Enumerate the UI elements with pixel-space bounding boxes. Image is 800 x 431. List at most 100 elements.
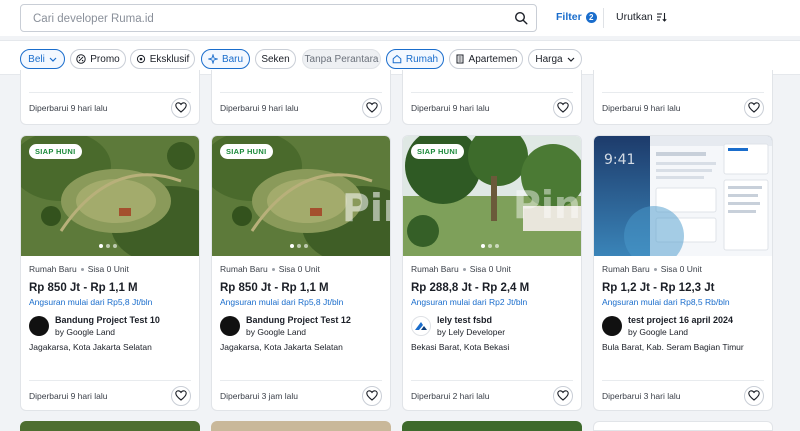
chip-rumah[interactable]: Rumah bbox=[386, 49, 444, 69]
project-name[interactable]: test project 16 april 2024 bbox=[628, 314, 733, 326]
developer-info: Bandung Project Test 10 by Google Land bbox=[29, 314, 160, 338]
sort-label: Urutkan bbox=[616, 11, 653, 23]
property-type: Rumah Baru bbox=[602, 264, 650, 274]
location-text: Jagakarsa, Kota Jakarta Selatan bbox=[29, 342, 152, 352]
listing-photo[interactable]: Pinhome SIAP HUNI bbox=[403, 136, 582, 256]
heart-icon bbox=[557, 390, 569, 401]
location-text: Bula Barat, Kab. Seram Bagian Timur bbox=[602, 342, 744, 352]
listing-card[interactable]: Diperbarui 9 hari lalu bbox=[20, 70, 200, 125]
project-name[interactable]: lely test fsbd bbox=[437, 314, 505, 326]
favorite-button[interactable] bbox=[553, 385, 573, 406]
units-left: Sisa 0 Unit bbox=[660, 264, 702, 274]
heart-icon bbox=[748, 102, 760, 113]
developer-name: by Google Land bbox=[55, 327, 116, 337]
listing-card[interactable]: Diperbarui 9 hari lalu bbox=[593, 70, 773, 125]
search-icon[interactable] bbox=[514, 11, 528, 25]
favorite-button[interactable] bbox=[362, 385, 382, 406]
updated-text: Diperbarui 9 hari lalu bbox=[411, 102, 490, 113]
developer-info: test project 16 april 2024 by Google Lan… bbox=[602, 314, 733, 338]
listing-meta: Rumah Baru Sisa 0 Unit bbox=[29, 264, 129, 274]
chip-label: Eksklusif bbox=[149, 53, 190, 65]
location-text: Bekasi Barat, Kota Bekasi bbox=[411, 342, 510, 352]
listing-card[interactable]: Pinhome SIAP HUNI Rumah BaruSisa 0 Unit … bbox=[402, 135, 582, 411]
chip-label: Apartemen bbox=[468, 53, 518, 65]
sort-button[interactable]: Urutkan bbox=[616, 11, 667, 23]
chip-eksklusif[interactable]: Eksklusif bbox=[130, 49, 195, 69]
listing-card-partial[interactable] bbox=[211, 421, 391, 431]
listing-card[interactable]: Diperbarui 9 hari lalu bbox=[211, 70, 391, 125]
chip-baru[interactable]: Baru bbox=[201, 49, 250, 69]
project-name[interactable]: Bandung Project Test 12 bbox=[246, 314, 351, 326]
favorite-button[interactable] bbox=[744, 97, 764, 118]
listing-card[interactable]: 9:41 Rumah Baru Sisa 0 Unit Rp 1,2 Jt - R… bbox=[593, 135, 773, 411]
project-name[interactable]: Bandung Project Test 10 bbox=[55, 314, 160, 326]
top-bar: Filter 2 Urutkan bbox=[0, 0, 800, 36]
heart-icon bbox=[175, 390, 187, 401]
carousel-dots bbox=[290, 244, 308, 248]
updated-text: Diperbarui 2 hari lalu bbox=[411, 390, 490, 401]
developer-name: by Google Land bbox=[246, 327, 307, 337]
favorite-button[interactable] bbox=[171, 385, 191, 406]
chip-harga[interactable]: Harga bbox=[528, 49, 582, 69]
installment-text: Angsuran mulai dari Rp5,8 Jt/bln bbox=[220, 297, 344, 307]
updated-text: Diperbarui 3 jam lalu bbox=[220, 390, 298, 401]
updated-text: Diperbarui 9 hari lalu bbox=[602, 102, 681, 113]
developer-logo bbox=[220, 316, 240, 336]
listing-card[interactable]: Diperbarui 9 hari lalu bbox=[402, 70, 582, 125]
chip-label: Harga bbox=[535, 53, 563, 65]
sparkle-icon bbox=[207, 54, 218, 64]
favorite-button[interactable] bbox=[553, 97, 573, 118]
search-input[interactable] bbox=[33, 10, 503, 28]
screenshot-photo-icon: 9:41 bbox=[594, 136, 772, 256]
carousel-dots bbox=[99, 244, 117, 248]
price-range: Rp 850 Jt - Rp 1,1 M bbox=[29, 282, 138, 294]
favorite-button[interactable] bbox=[744, 385, 764, 406]
listing-card[interactable]: Pinhome SIAP HUNI Rumah BaruSisa 0 Unit … bbox=[211, 135, 391, 411]
developer-info: lely test fsbd by Lely Developer bbox=[411, 314, 505, 338]
heart-icon bbox=[175, 102, 187, 113]
developer-logo bbox=[411, 316, 431, 336]
chip-apartemen[interactable]: Apartemen bbox=[449, 49, 523, 69]
location-text: Jagakarsa, Kota Jakarta Selatan bbox=[220, 342, 343, 352]
property-type: Rumah Baru bbox=[411, 264, 459, 274]
listing-meta: Rumah Baru Sisa 0 Unit bbox=[411, 264, 511, 274]
search-box[interactable] bbox=[20, 4, 537, 32]
chip-seken[interactable]: Seken bbox=[255, 49, 296, 69]
updated-text: Diperbarui 9 hari lalu bbox=[29, 102, 108, 113]
units-left: Sisa 0 Unit bbox=[278, 264, 320, 274]
developer-name: by Google Land bbox=[628, 327, 689, 337]
developer-logo bbox=[602, 316, 622, 336]
chip-beli[interactable]: Beli bbox=[20, 49, 65, 69]
badge-icon bbox=[136, 54, 145, 64]
watermark-text: Pinhome bbox=[513, 183, 582, 227]
listing-photo[interactable]: SIAP HUNI bbox=[21, 136, 199, 256]
listing-photo[interactable]: Pinhome SIAP HUNI bbox=[212, 136, 391, 256]
chip-promo[interactable]: Promo bbox=[70, 49, 126, 69]
heart-icon bbox=[366, 102, 378, 113]
price-range: Rp 288,8 Jt - Rp 2,4 M bbox=[411, 282, 530, 294]
filter-button[interactable]: Filter 2 bbox=[556, 11, 597, 23]
building-icon bbox=[456, 54, 464, 64]
chip-label: Beli bbox=[28, 53, 45, 65]
updated-text: Diperbarui 9 hari lalu bbox=[29, 390, 108, 401]
heart-icon bbox=[366, 390, 378, 401]
listing-card-partial[interactable] bbox=[20, 421, 200, 431]
chip-tanpa-perantara[interactable]: Tanpa Perantara bbox=[302, 49, 381, 69]
property-type: Rumah Baru bbox=[29, 264, 77, 274]
siap-huni-badge: SIAP HUNI bbox=[29, 144, 82, 159]
installment-text: Angsuran mulai dari Rp5,8 Jt/bln bbox=[29, 297, 153, 307]
lely-logo-icon bbox=[415, 322, 427, 330]
listing-card[interactable]: SIAP HUNI Rumah Baru Sisa 0 Unit Rp 850 J… bbox=[20, 135, 200, 411]
promo-icon bbox=[76, 54, 86, 64]
listing-card-partial[interactable] bbox=[402, 421, 582, 431]
listing-meta: Rumah Baru Sisa 0 Unit bbox=[220, 264, 320, 274]
listing-photo[interactable]: 9:41 bbox=[594, 136, 772, 256]
price-range: Rp 1,2 Jt - Rp 12,3 Jt bbox=[602, 282, 715, 294]
favorite-button[interactable] bbox=[171, 97, 191, 118]
watermark-text: Pinhome bbox=[342, 186, 391, 230]
chip-label: Seken bbox=[261, 53, 290, 65]
listing-card-partial[interactable] bbox=[593, 421, 773, 431]
favorite-button[interactable] bbox=[362, 97, 382, 118]
chip-label: Baru bbox=[221, 53, 244, 65]
house-icon bbox=[392, 54, 402, 64]
